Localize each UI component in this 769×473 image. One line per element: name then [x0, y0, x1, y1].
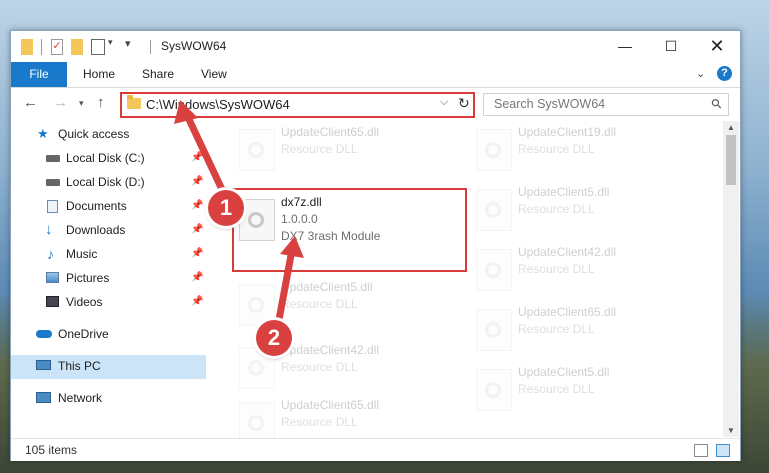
annotation-arrows — [174, 100, 304, 329]
step-badge-2: 2 — [256, 320, 292, 356]
step-badge-1: 1 — [208, 190, 244, 226]
